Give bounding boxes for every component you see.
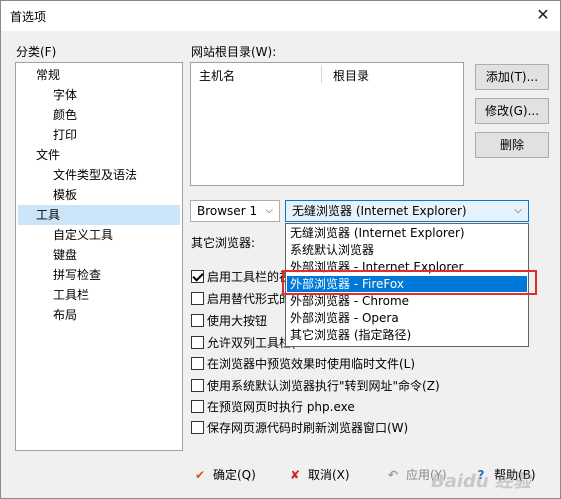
tree-item-file[interactable]: 文件 (36, 145, 60, 165)
site-root-list[interactable]: 主机名 根目录 (190, 62, 464, 186)
tree-item-tools[interactable]: 工具 (18, 205, 180, 225)
browser-type-select[interactable]: 无缝浏览器 (Internet Explorer) ⌵ (285, 200, 529, 222)
checkbox-large-buttons[interactable] (191, 314, 204, 327)
column-header-hostname[interactable]: 主机名 (199, 67, 235, 84)
cancel-label: 取消(X) (308, 468, 350, 482)
tree-item-custom-tools[interactable]: 自定义工具 (53, 225, 113, 245)
watermark: Baidu 经验 (431, 471, 532, 492)
checkbox-refresh-on-save[interactable] (191, 421, 204, 434)
cancel-button[interactable]: ✘ 取消(X) (286, 463, 350, 487)
tree-item-font[interactable]: 字体 (53, 85, 77, 105)
tree-item-print[interactable]: 打印 (53, 125, 77, 145)
checkbox-label: 在浏览器中预览效果时使用临时文件(L) (207, 357, 416, 371)
chevron-down-icon: ⌵ (514, 205, 522, 216)
checkbox-alt-form[interactable] (191, 292, 204, 305)
checkbox-label: 允许双列工具栏( (207, 336, 296, 350)
cross-icon: ✘ (289, 468, 301, 482)
checkbox-label: 启用替代形式的 (207, 292, 292, 306)
category-label: 分类(F) (16, 45, 57, 59)
dropdown-option-external-ie[interactable]: 外部浏览器 - Internet Explorer (287, 259, 527, 275)
tree-item-spellcheck[interactable]: 拼写检查 (53, 265, 101, 285)
apply-icon: ↶ (387, 468, 399, 482)
checkbox-double-toolbar[interactable] (191, 336, 204, 349)
tree-item-layout[interactable]: 布局 (53, 305, 77, 325)
checkbox-default-browser-goto[interactable] (191, 379, 204, 392)
dropdown-option-external-chrome[interactable]: 外部浏览器 - Chrome (287, 293, 527, 309)
edit-button[interactable]: 修改(G)... (475, 98, 549, 124)
dropdown-option-external-opera[interactable]: 外部浏览器 - Opera (287, 310, 527, 326)
tree-item-color[interactable]: 颜色 (53, 105, 77, 125)
checkbox-run-php[interactable] (191, 400, 204, 413)
category-tree[interactable]: 常规 字体 颜色 打印 文件 文件类型及语法 模板 工具 自定义工具 键盘 拼写… (15, 62, 183, 451)
window-title: 首选项 (10, 10, 47, 24)
checkbox-label: 使用大按钮 (207, 314, 268, 328)
site-root-label: 网站根目录(W): (191, 45, 277, 59)
browser-slot-value: Browser 1 (197, 204, 258, 218)
chevron-down-icon: ⌵ (265, 205, 273, 216)
close-icon[interactable]: ✕ (532, 5, 554, 25)
tree-item-keyboard[interactable]: 键盘 (53, 245, 77, 265)
ok-label: 确定(Q) (213, 468, 256, 482)
dropdown-option-system-default[interactable]: 系统默认浏览器 (287, 242, 527, 258)
checkbox-toolbar-view[interactable] (191, 270, 204, 283)
add-button[interactable]: 添加(T)... (475, 64, 549, 90)
tree-item-general[interactable]: 常规 (36, 65, 60, 85)
tree-item-filetypes[interactable]: 文件类型及语法 (53, 165, 137, 185)
checkbox-label: 保存网页源代码时刷新浏览器窗口(W) (207, 421, 409, 435)
other-browser-label: 其它浏览器: (191, 236, 256, 250)
browser-slot-select[interactable]: Browser 1 ⌵ (190, 200, 280, 222)
checkbox-label: 启用工具栏的视 (207, 270, 292, 284)
tree-item-toolbar[interactable]: 工具栏 (53, 285, 89, 305)
column-separator (321, 65, 322, 83)
browser-type-dropdown[interactable]: 无缝浏览器 (Internet Explorer) 系统默认浏览器 外部浏览器 … (285, 223, 529, 347)
browser-type-value: 无缝浏览器 (Internet Explorer) (292, 204, 467, 218)
dropdown-option-seamless-ie[interactable]: 无缝浏览器 (Internet Explorer) (287, 225, 527, 241)
tree-item-template[interactable]: 模板 (53, 185, 77, 205)
checkmark-icon: ✔ (194, 468, 206, 482)
preferences-dialog: 首选项 ✕ 分类(F) 常规 字体 颜色 打印 文件 文件类型及语法 模板 工具… (0, 0, 561, 499)
checkbox-label: 在预览网页时执行 php.exe (207, 400, 355, 414)
title-bar: 首选项 ✕ (1, 1, 560, 31)
dropdown-option-other-path[interactable]: 其它浏览器 (指定路径) (287, 327, 527, 343)
checkbox-label: 使用系统默认浏览器执行"转到网址"命令(Z) (207, 379, 440, 393)
delete-button[interactable]: 删除 (475, 132, 549, 158)
dropdown-option-external-firefox[interactable]: 外部浏览器 - FireFox (287, 276, 527, 292)
column-header-root-dir[interactable]: 根目录 (333, 67, 369, 84)
ok-button[interactable]: ✔ 确定(Q) (191, 463, 256, 487)
checkbox-temp-file[interactable] (191, 357, 204, 370)
